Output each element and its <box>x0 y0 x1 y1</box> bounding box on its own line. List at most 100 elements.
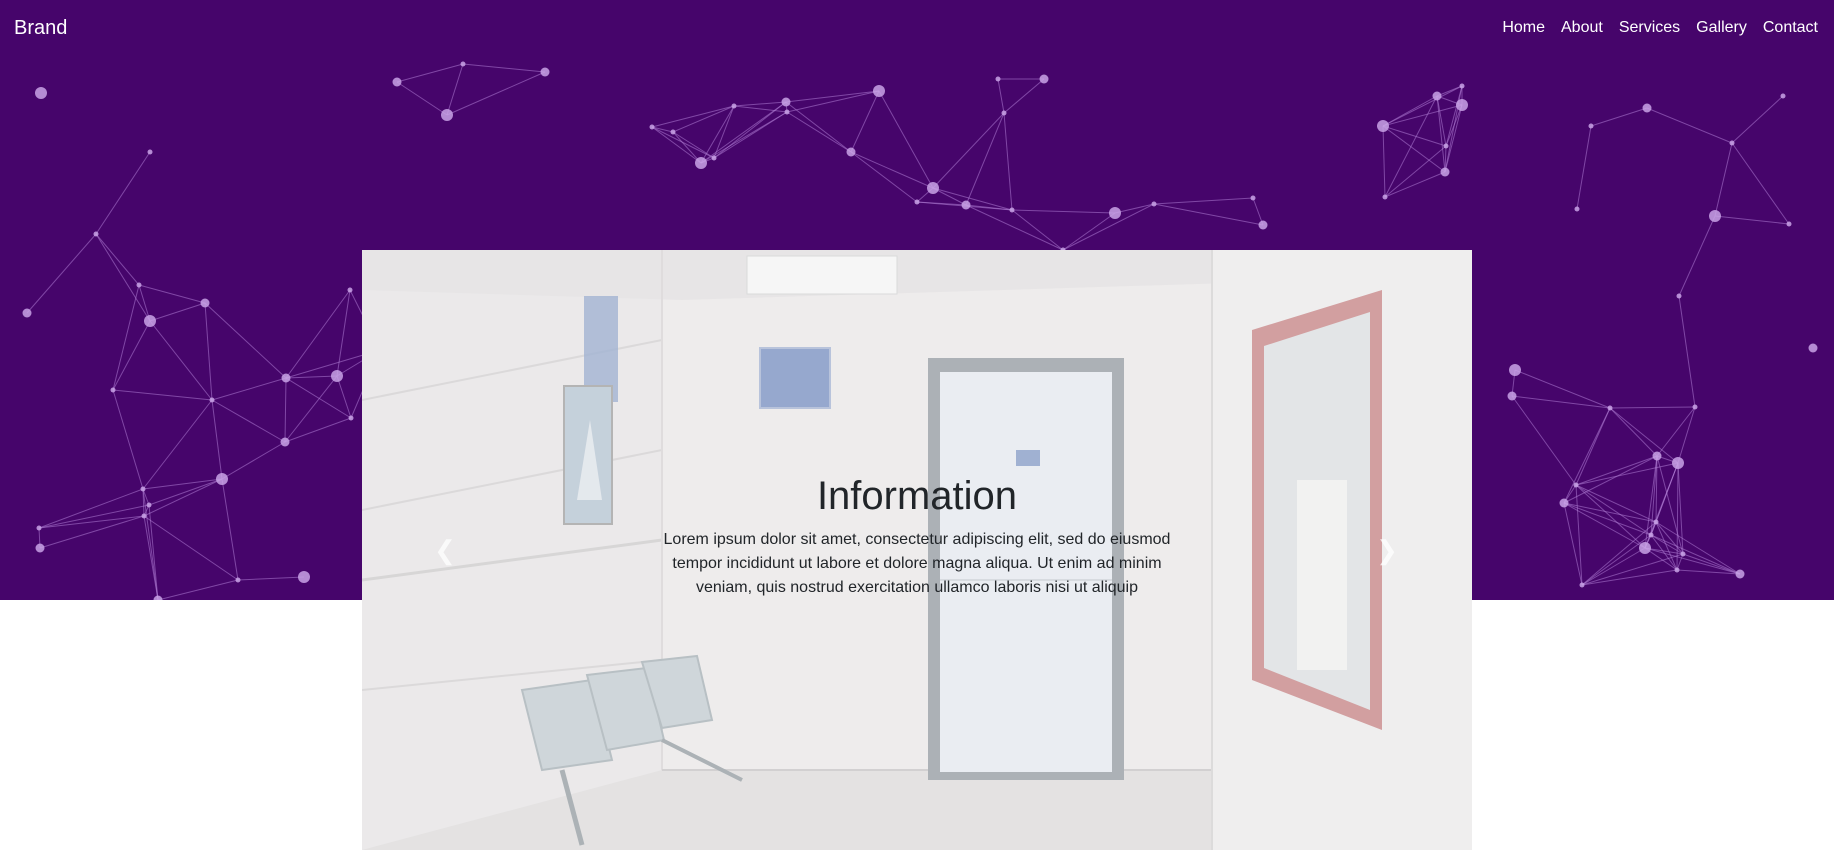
network-link <box>1581 553 1684 586</box>
network-link <box>1011 209 1116 214</box>
network-node <box>1680 551 1686 557</box>
network-node <box>1676 293 1682 299</box>
network-link <box>785 90 880 103</box>
network-link <box>285 377 352 419</box>
network-link <box>786 111 852 153</box>
network-link <box>221 441 286 480</box>
network-node <box>35 543 45 553</box>
network-node <box>36 525 42 531</box>
network-link <box>143 515 239 581</box>
network-node <box>22 308 32 318</box>
network-node <box>1674 567 1680 573</box>
network-link <box>1646 107 1733 144</box>
carousel-prev-button[interactable]: ❮ <box>425 522 465 578</box>
network-link <box>1153 203 1264 226</box>
network-node <box>784 109 790 115</box>
network-node <box>1443 143 1449 149</box>
network-link <box>446 63 464 116</box>
network-link <box>1003 78 1045 114</box>
network-link <box>733 101 787 107</box>
network-link <box>148 478 223 506</box>
network-node <box>846 147 856 157</box>
network-node <box>1459 83 1465 89</box>
network-link <box>26 233 97 314</box>
network-link <box>336 289 351 377</box>
network-link <box>1731 95 1784 144</box>
network-link <box>211 399 286 443</box>
network-node <box>1780 93 1786 99</box>
network-link <box>204 302 213 401</box>
network-node <box>1573 482 1579 488</box>
network-link <box>211 399 223 480</box>
network-node <box>1639 542 1651 554</box>
network-link <box>285 375 338 379</box>
network-link <box>1678 215 1716 297</box>
network-node <box>209 397 215 403</box>
network-node <box>200 298 210 308</box>
network-node <box>914 199 920 205</box>
network-node <box>1456 99 1468 111</box>
network-node <box>1735 569 1745 579</box>
network-node <box>961 200 971 210</box>
network-node <box>1709 210 1721 222</box>
nav-link-about[interactable]: About <box>1561 19 1603 37</box>
network-link <box>1444 85 1463 173</box>
network-node <box>441 109 453 121</box>
network-node <box>1440 167 1450 177</box>
nav-link-contact[interactable]: Contact <box>1763 19 1818 37</box>
nav-links: Home About Services Gallery Contact <box>1502 19 1820 37</box>
network-node <box>1588 123 1594 129</box>
network-node <box>670 129 676 135</box>
network-link <box>38 504 150 529</box>
nav-link-gallery[interactable]: Gallery <box>1696 19 1747 37</box>
network-link <box>932 112 1005 189</box>
network-node <box>110 387 116 393</box>
network-link <box>112 389 213 401</box>
network-link <box>142 478 223 490</box>
network-link <box>1445 104 1463 147</box>
network-node <box>392 77 402 87</box>
nav-link-home[interactable]: Home <box>1502 19 1545 37</box>
network-node <box>695 157 707 169</box>
network-link <box>997 78 1005 114</box>
network-link <box>1581 547 1646 586</box>
network-link <box>112 389 144 490</box>
network-node <box>348 415 354 421</box>
network-node <box>1507 391 1517 401</box>
network-node <box>1509 364 1521 376</box>
network-link <box>112 284 140 391</box>
network-link <box>336 375 352 419</box>
network-node <box>1648 532 1654 538</box>
network-node <box>711 155 717 161</box>
network-link <box>1114 203 1155 214</box>
network-node <box>995 76 1001 82</box>
network-link <box>1676 553 1684 571</box>
network-link <box>284 377 287 443</box>
network-node <box>1574 206 1580 212</box>
network-node <box>1432 91 1442 101</box>
network-node <box>927 182 939 194</box>
network-link <box>1676 462 1679 571</box>
network-node <box>93 231 99 237</box>
carousel-next-button[interactable]: ❯ <box>1367 522 1407 578</box>
image-carousel: Information Lorem ipsum dolor sit amet, … <box>362 250 1472 850</box>
network-node <box>347 287 353 293</box>
network-node <box>281 373 291 383</box>
network-node <box>1258 220 1268 230</box>
brand-logo-link[interactable]: Brand <box>14 17 67 40</box>
network-node <box>1151 201 1157 207</box>
network-node <box>216 473 228 485</box>
top-navbar: Brand Home About Services Gallery Contac… <box>0 0 1834 56</box>
network-link <box>143 478 223 517</box>
network-link <box>1382 104 1463 127</box>
network-link <box>1714 215 1790 225</box>
network-link <box>1609 406 1696 409</box>
network-link <box>1384 171 1446 198</box>
network-node <box>1729 140 1735 146</box>
network-link <box>1382 85 1463 127</box>
chevron-left-icon: ❮ <box>434 534 456 565</box>
network-node <box>136 282 142 288</box>
nav-link-services[interactable]: Services <box>1619 19 1680 37</box>
network-link <box>1609 407 1658 457</box>
network-link <box>1384 145 1447 198</box>
